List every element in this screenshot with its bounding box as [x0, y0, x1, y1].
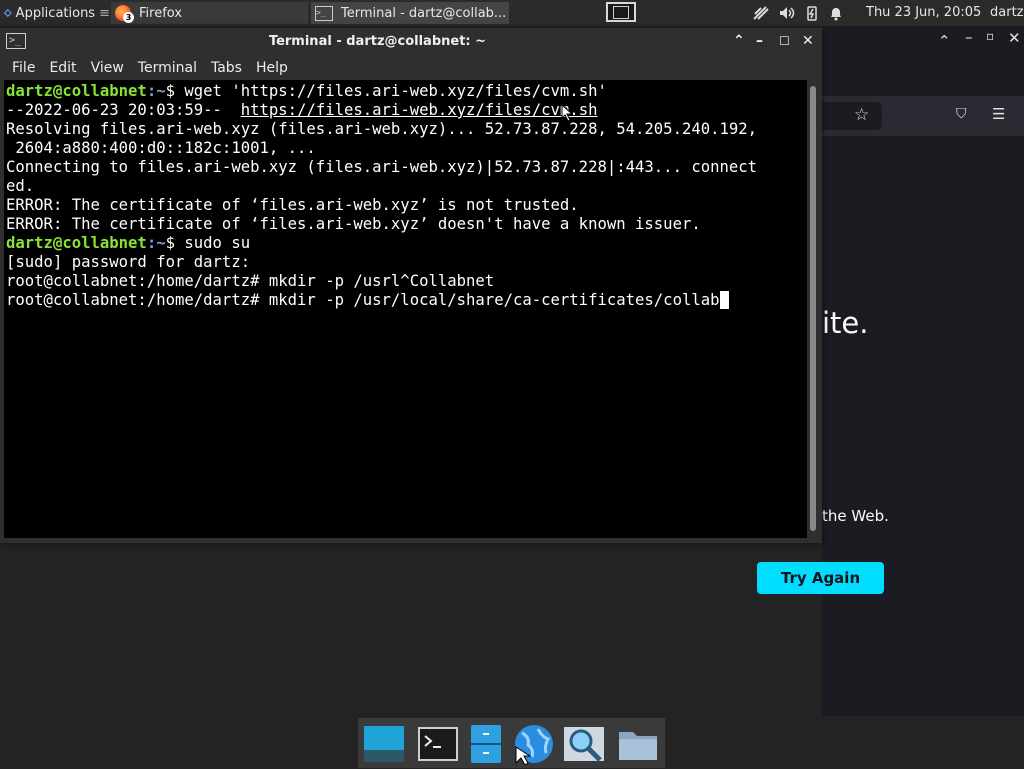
taskbar-terminal-label: Terminal - dartz@collab...: [341, 5, 507, 21]
clock[interactable]: Thu 23 Jun, 20:05: [866, 5, 981, 20]
menu-view[interactable]: View: [91, 60, 124, 76]
battery-icon[interactable]: [804, 5, 820, 21]
error-body-fragment: the Web.: [822, 507, 889, 525]
file-cabinet-icon: [471, 725, 501, 763]
firefox-maximize-icon[interactable]: ▫: [986, 29, 994, 43]
minimize-icon[interactable]: –: [756, 33, 763, 49]
terminal-line: [sudo] password for dartz:: [6, 253, 251, 271]
terminal-line: root@collabnet:/home/dartz# mkdir -p /us…: [6, 291, 729, 309]
applications-label: Applications: [15, 5, 96, 21]
firefox-window: ⌃ – ▫ ✕ ☆ ⛉ ☰ ite. the Web.: [822, 26, 1024, 716]
current-command: root@collabnet:/home/dartz# mkdir -p /us…: [6, 291, 720, 309]
top-panel: Applications ≡ 3 Firefox >_ Terminal - d…: [0, 0, 1024, 26]
pocket-icon[interactable]: ⛉: [956, 106, 967, 122]
firefox-icon: 3: [115, 5, 134, 23]
network-icon[interactable]: [752, 5, 770, 21]
user-menu[interactable]: dartz: [990, 5, 1023, 20]
menu-tabs[interactable]: Tabs: [211, 60, 242, 76]
terminal-line: ERROR: The certificate of ‘files.ari-web…: [6, 215, 701, 233]
menu-help[interactable]: Help: [256, 60, 288, 76]
workspace-switcher[interactable]: [603, 0, 639, 26]
close-icon[interactable]: ✕: [802, 33, 814, 49]
notification-bell-icon[interactable]: [828, 5, 844, 21]
firefox-minimize-icon[interactable]: ⌃: [938, 32, 951, 50]
firefox-restore-icon[interactable]: –: [965, 28, 973, 46]
hamburger-menu-icon[interactable]: ☰: [992, 105, 1005, 123]
firefox-content: ite. the Web.: [822, 136, 1024, 716]
firefox-toolbar: ☆ ⛉ ☰: [822, 96, 1024, 136]
terminal-line: 2604:a880:400:d0::182c:1001, ...: [6, 139, 316, 157]
terminal-line: dartz@collabnet:~$ sudo su: [6, 234, 250, 252]
dock-web-browser[interactable]: [512, 723, 556, 766]
try-again-button[interactable]: Try Again: [757, 562, 884, 594]
dock: [358, 718, 665, 768]
magnifier-icon: [564, 727, 604, 762]
mouse-cursor-icon: [561, 104, 574, 122]
menu-separator-icon: ≡: [99, 5, 110, 21]
taskbar-terminal-button[interactable]: >_ Terminal - dartz@collab...: [311, 2, 509, 24]
dock-terminal[interactable]: [416, 723, 460, 765]
terminal-line: ed.: [6, 177, 35, 195]
terminal-app-icon: [418, 727, 458, 761]
menu-file[interactable]: File: [12, 60, 35, 76]
terminal-line: Connecting to files.ari-web.xyz (files.a…: [6, 158, 758, 176]
error-heading-fragment: ite.: [822, 306, 869, 340]
terminal-line: root@collabnet:/home/dartz# mkdir -p /us…: [6, 272, 495, 290]
terminal-line: dartz@collabnet:~$ wget 'https://files.a…: [6, 82, 607, 100]
command-text: $ sudo su: [165, 234, 251, 252]
folder-icon: [619, 732, 657, 760]
prompt-path: :~: [146, 234, 166, 252]
prompt-user: dartz@collabnet: [6, 234, 147, 252]
globe-icon: [515, 725, 553, 766]
workspace-1[interactable]: [606, 2, 636, 22]
menu-edit[interactable]: Edit: [49, 60, 76, 76]
terminal-output[interactable]: dartz@collabnet:~$ wget 'https://files.a…: [4, 80, 807, 538]
output-text: --2022-06-23 20:03:59--: [6, 101, 241, 119]
prompt-user: dartz@collabnet: [6, 82, 147, 100]
scrollbar-thumb[interactable]: [810, 86, 816, 531]
taskbar-firefox-label: Firefox: [139, 5, 183, 21]
dock-home-folder[interactable]: [616, 723, 660, 765]
command-text: $ wget 'https://files.ari-web.xyz/files/…: [165, 82, 607, 100]
taskbar-firefox-button[interactable]: 3 Firefox: [111, 2, 308, 24]
system-tray: [752, 0, 844, 26]
applications-menu-button[interactable]: Applications ≡: [0, 0, 110, 26]
dock-app-finder[interactable]: [562, 723, 606, 765]
terminal-line: --2022-06-23 20:03:59-- https://files.ar…: [6, 101, 597, 119]
terminal-menubar: File Edit View Terminal Tabs Help: [0, 56, 822, 80]
shade-icon[interactable]: ⌃: [733, 33, 745, 49]
workspace-terminal-icon: [613, 6, 629, 19]
menu-terminal[interactable]: Terminal: [138, 60, 197, 76]
bookmark-star-icon[interactable]: ☆: [854, 105, 869, 125]
firefox-badge: 3: [123, 12, 134, 23]
prompt-path: :~: [146, 82, 166, 100]
dock-file-manager[interactable]: [464, 723, 508, 765]
xfce-logo-icon: [4, 8, 12, 18]
terminal-title: Terminal - dartz@collabnet: ~: [268, 34, 487, 49]
terminal-line: ERROR: The certificate of ‘files.ari-web…: [6, 196, 579, 214]
firefox-url-bar[interactable]: ☆: [822, 102, 882, 130]
output-url[interactable]: https://files.ari-web.xyz/files/cvm.sh: [241, 101, 598, 119]
maximize-icon[interactable]: ☐: [779, 34, 790, 48]
volume-icon[interactable]: [778, 5, 796, 21]
terminal-scrollbar[interactable]: [808, 80, 818, 538]
terminal-titlebar[interactable]: >_ Terminal - dartz@collabnet: ~ ⌃ – ☐ ✕: [0, 28, 822, 56]
terminal-line: Resolving files.ari-web.xyz (files.ari-w…: [6, 120, 758, 138]
terminal-window: >_ Terminal - dartz@collabnet: ~ ⌃ – ☐ ✕…: [0, 28, 822, 543]
desktop-icon: [364, 726, 404, 762]
firefox-close-icon[interactable]: ✕: [1008, 29, 1021, 47]
firefox-titlebar: ⌃ – ▫ ✕: [822, 26, 1024, 96]
dock-show-desktop[interactable]: [362, 723, 406, 765]
text-cursor: [719, 291, 729, 309]
terminal-icon: >_: [315, 5, 333, 21]
